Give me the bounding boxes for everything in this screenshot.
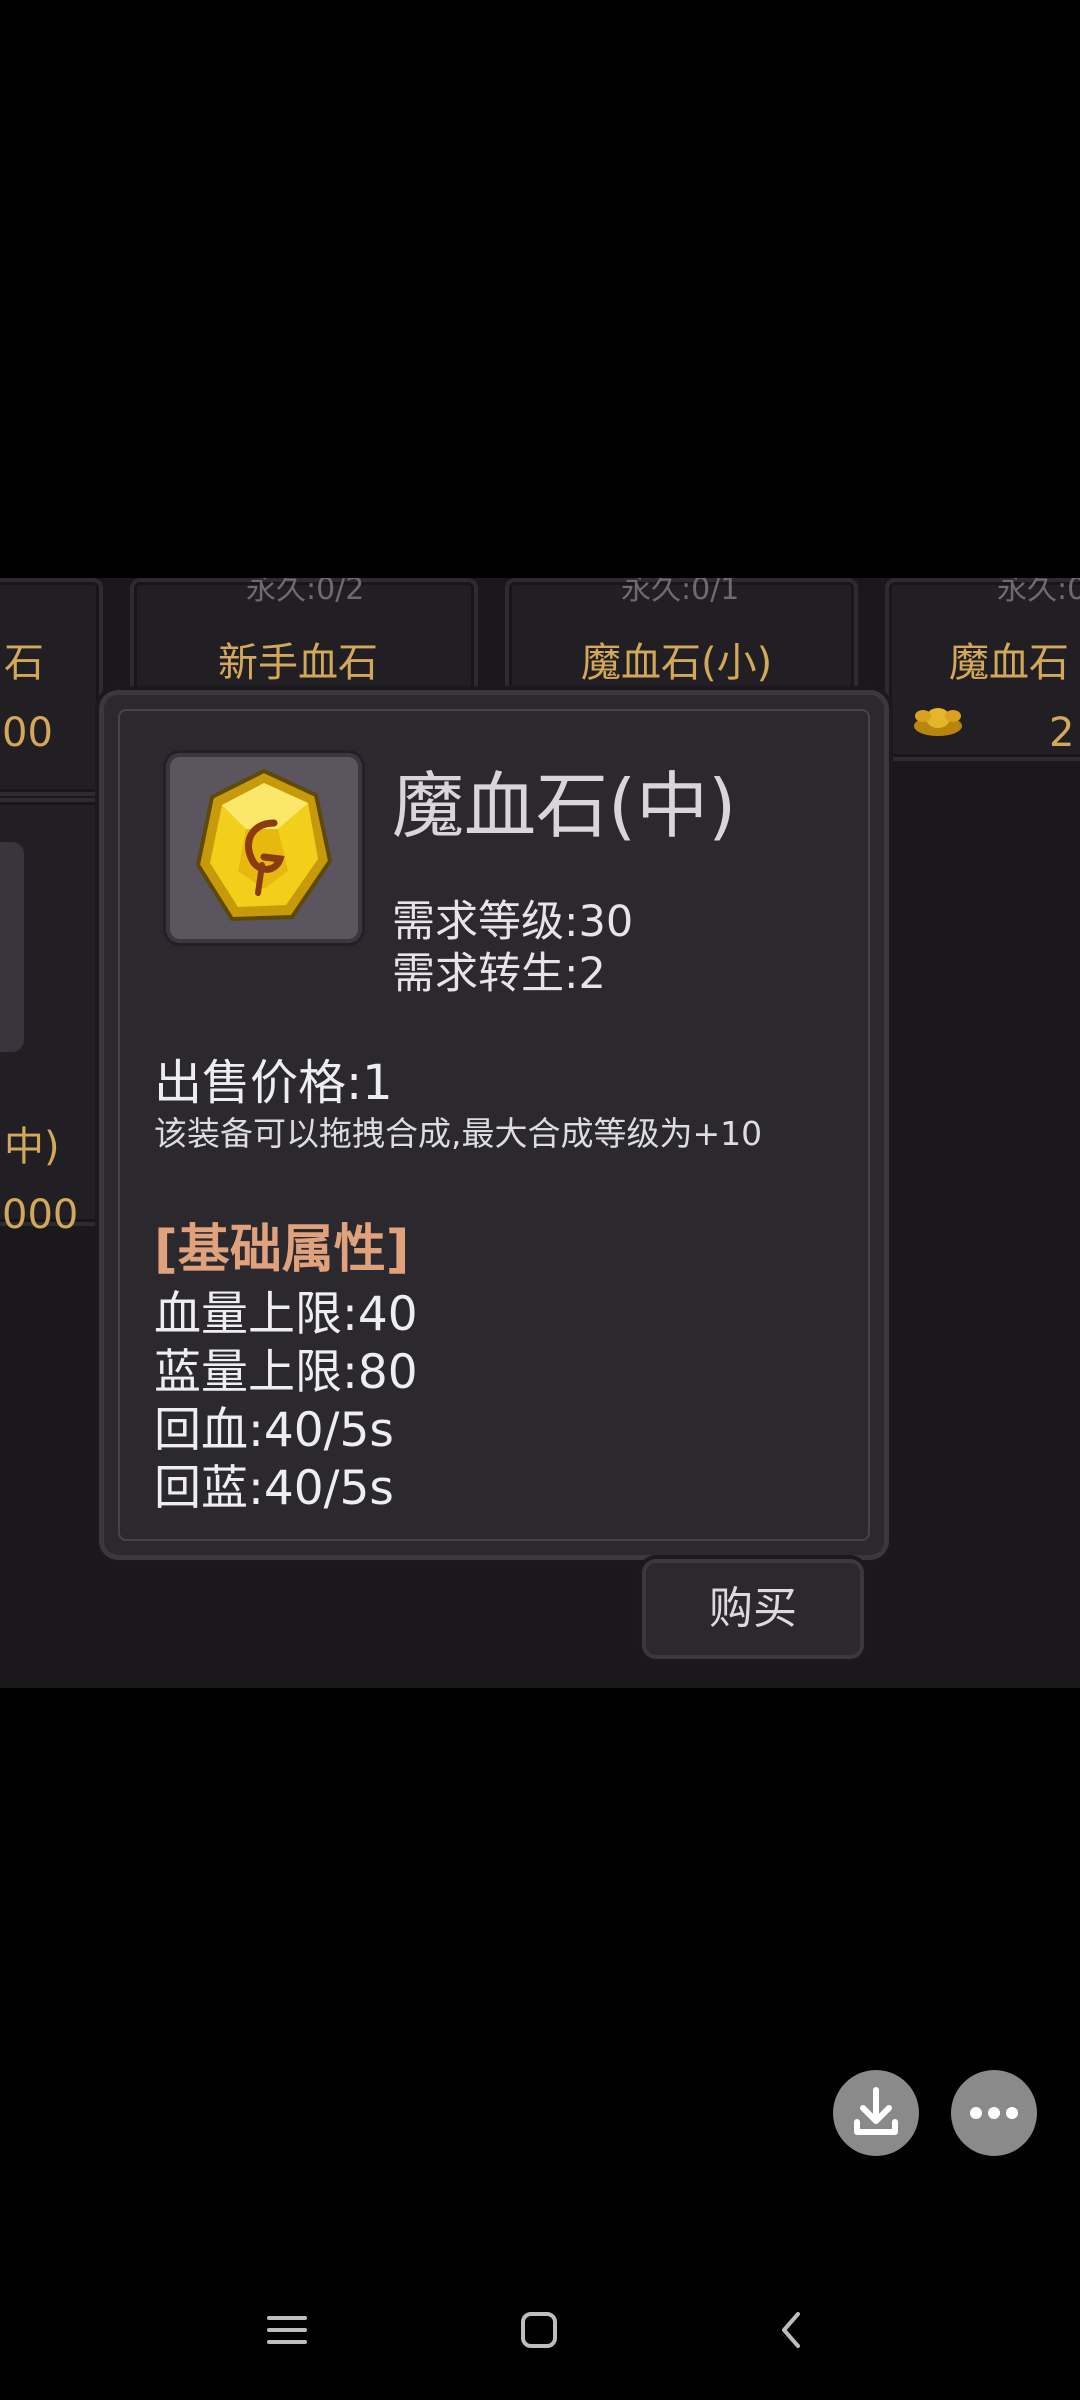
combine-note: 该装备可以拖拽合成,最大合成等级为+10 xyxy=(154,1114,763,1153)
buy-button[interactable]: 购买 xyxy=(646,1563,860,1655)
sell-price: 出售价格:1 xyxy=(154,1055,393,1111)
required-rebirth: 需求转生:2 xyxy=(392,949,606,999)
shop-cell-3[interactable]: 永久:0/1 魔血石(小) xyxy=(505,578,858,696)
item-icon-frame xyxy=(166,753,362,943)
nav-home-button[interactable] xyxy=(509,2300,569,2360)
shop-cell-4-label: 魔血石 xyxy=(949,640,1069,686)
more-dots-icon xyxy=(970,2107,1018,2119)
shop-cell-2[interactable]: 永久:0/2 新手血石 xyxy=(130,578,478,696)
shop-cell-3-label: 魔血石(小) xyxy=(581,640,773,686)
attributes-header: [基础属性] xyxy=(154,1220,410,1280)
shop-cell-3-stock: 永久:0/1 xyxy=(621,578,740,607)
shop-cell-1-label: 石 xyxy=(4,640,44,686)
shop-cell-1-price: 00 xyxy=(2,710,53,756)
item-title: 魔血石(中) xyxy=(392,764,737,848)
shop-cell-1[interactable]: 石 00 xyxy=(0,578,103,796)
gold-ingot-icon xyxy=(914,708,962,736)
item-detail-dialog: 魔血石(中) 需求等级:30 需求转生:2 出售价格:1 该装备可以拖拽合成,最… xyxy=(104,695,884,1555)
shop-cell-4[interactable]: 永久:0 魔血石 2 xyxy=(885,578,1080,761)
download-icon xyxy=(854,2087,898,2135)
shop-cell-5-price: 000 xyxy=(2,1192,79,1238)
shop-cell-4-price: 2 xyxy=(1049,710,1075,756)
shop-cell-5[interactable]: 中) 000 xyxy=(0,798,103,1238)
shop-cell-2-stock: 永久:0/2 xyxy=(246,578,365,607)
nav-menu-button[interactable] xyxy=(257,2300,317,2360)
more-options-button[interactable] xyxy=(951,2070,1037,2156)
attribute-mp-regen: 回蓝:40/5s xyxy=(154,1461,394,1516)
shop-cell-4-stock: 永久:0 xyxy=(997,578,1080,607)
menu-icon xyxy=(267,2316,307,2344)
nav-back-button[interactable] xyxy=(762,2300,822,2360)
screen: 石 00 永久:0/2 新手血石 永久:0/1 魔血石(小) 永久:0 魔血石 … xyxy=(0,0,1080,2400)
shop-cell-5-icon-frame xyxy=(0,842,24,1052)
shop-cell-2-label: 新手血石 xyxy=(218,640,378,686)
download-button[interactable] xyxy=(833,2070,919,2156)
gem-icon xyxy=(195,768,333,922)
shop-cell-5-label: 中) xyxy=(4,1124,60,1170)
back-icon xyxy=(782,2312,800,2348)
home-icon xyxy=(521,2312,557,2348)
